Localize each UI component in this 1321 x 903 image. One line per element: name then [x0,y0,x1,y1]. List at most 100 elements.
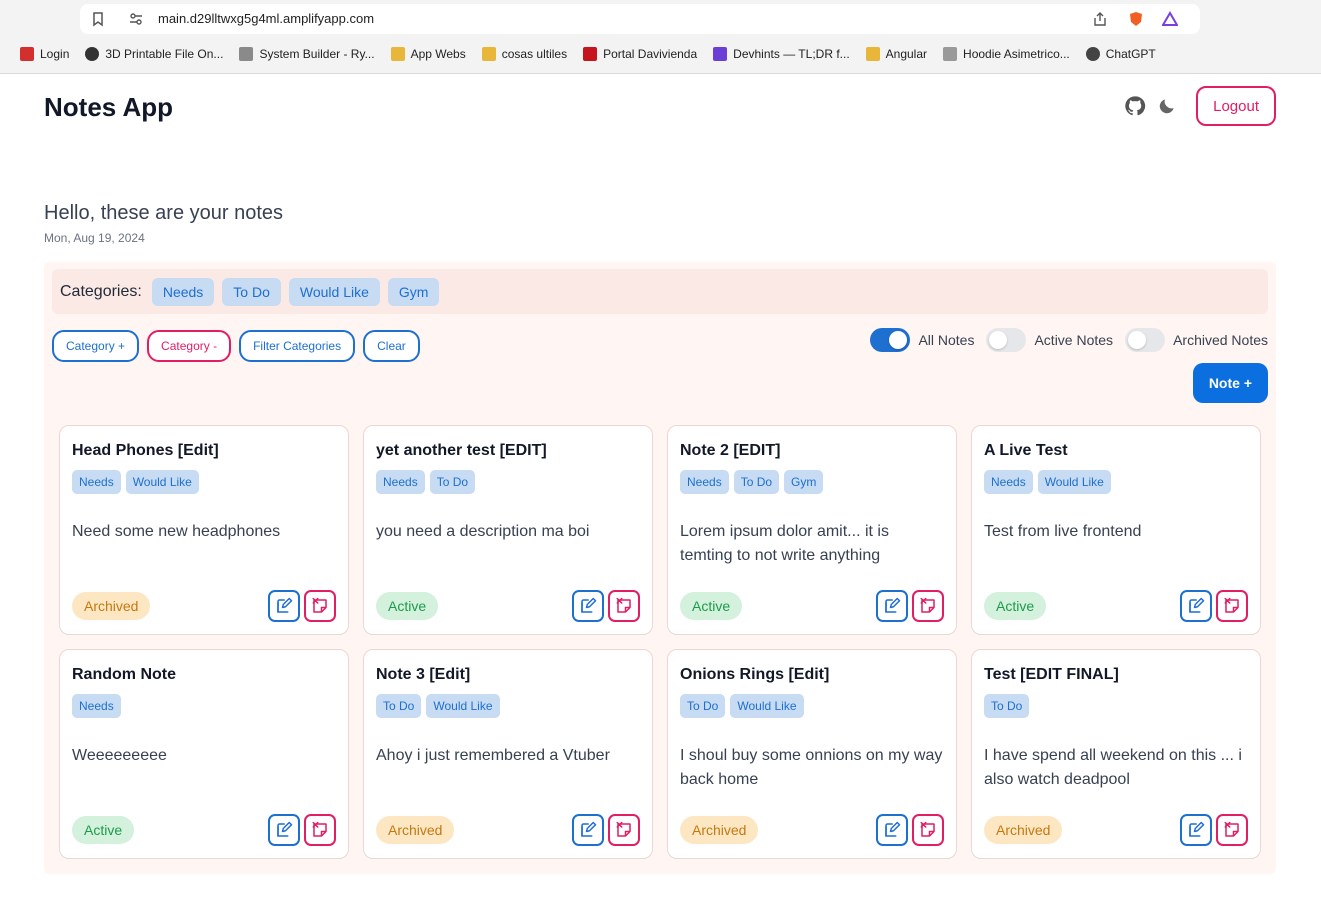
share-icon[interactable] [1092,11,1108,27]
edit-note-button[interactable] [572,590,604,622]
delete-note-button[interactable] [608,590,640,622]
bookmark-item[interactable]: Angular [858,47,935,61]
delete-note-button[interactable] [1216,590,1248,622]
category-chip-to-do[interactable]: To Do [222,277,281,306]
note-tag: To Do [429,470,476,494]
bookmark-item[interactable]: System Builder - Ry... [231,47,382,61]
add-category-button[interactable]: Category + [52,330,140,362]
davivienda-favicon [583,47,598,61]
all-notes-label: All Notes [918,332,975,348]
active-notes-toggle[interactable] [986,328,1027,352]
category-actions: Category + Category - Filter Categories … [52,330,420,362]
note-card: yet another test [EDIT] Needs To Do you nee… [363,425,653,635]
current-date: Mon, Aug 19, 2024 [44,231,145,245]
category-chip-needs[interactable]: Needs [151,277,215,306]
site-info-icon[interactable] [128,11,144,27]
delete-note-icon [919,597,937,615]
note-actions [268,590,336,622]
delete-note-button[interactable] [304,814,336,846]
category-chip-gym[interactable]: Gym [387,277,440,306]
edit-note-button[interactable] [268,590,300,622]
toggle-knob [889,331,908,349]
edit-icon [1187,597,1205,615]
edit-note-button[interactable] [1180,814,1212,846]
bookmark-item[interactable]: cosas ultiles [474,47,575,61]
toggle-knob [1128,331,1147,349]
clear-filter-button[interactable]: Clear [363,330,420,362]
bookmarks-bar: Login 3D Printable File On... System Bui… [0,40,1321,68]
brave-shield-icon[interactable] [1128,11,1144,27]
header-actions: Logout [1124,86,1276,126]
note-actions [876,590,944,622]
delete-note-button[interactable] [912,590,944,622]
delete-note-button[interactable] [608,814,640,846]
note-actions [876,814,944,846]
note-actions [1180,814,1248,846]
bookmark-item[interactable]: 3D Printable File On... [77,47,231,61]
devhints-favicon [713,47,728,61]
note-tag: To Do [984,694,1030,718]
note-title: Note 2 [EDIT] [680,442,781,459]
status-filters: All Notes Active Notes Archived Notes [870,328,1268,352]
hoodie-favicon [943,47,958,61]
all-notes-toggle[interactable] [870,328,911,352]
delete-note-button[interactable] [304,590,336,622]
bookmark-item[interactable]: Devhints — TL;DR f... [705,47,857,61]
note-tag: Needs [984,470,1033,494]
filter-categories-button[interactable]: Filter Categories [239,330,356,362]
edit-note-button[interactable] [268,814,300,846]
edit-note-button[interactable] [1180,590,1212,622]
note-tags: To Do Would Like [376,694,500,718]
bookmark-item[interactable]: ChatGPT [1078,47,1164,61]
notes-app: Notes App Logout Hello, these are your n… [0,74,1321,903]
note-card: Test [EDIT FINAL] To Do I have spend all w… [971,649,1261,859]
note-actions [268,814,336,846]
moon-icon[interactable] [1156,95,1178,117]
note-tag: Needs [72,694,121,718]
logout-button[interactable]: Logout [1196,86,1276,126]
edit-note-button[interactable] [876,814,908,846]
status-badge: Active [680,592,743,620]
status-badge: Active [376,592,439,620]
chatgpt-favicon [1085,47,1100,61]
note-tags: Needs To Do Gym [680,470,824,494]
greeting-title: Hello, these are your notes [44,202,284,224]
active-notes-label: Active Notes [1034,332,1114,348]
note-tag: Would Like [125,470,199,494]
note-card: Onions Rings [Edit] To Do Would Like I shou… [667,649,957,859]
note-actions [572,814,640,846]
delete-note-button[interactable] [912,814,944,846]
edit-note-button[interactable] [876,590,908,622]
categories-bar: Categories: Needs To Do Would Like Gym [52,269,1268,314]
delete-note-icon [615,597,633,615]
bookmark-item[interactable]: Portal Davivienda [575,47,705,61]
delete-note-button[interactable] [1216,814,1248,846]
archived-notes-label: Archived Notes [1173,332,1268,348]
bookmark-item[interactable]: Hoodie Asimetrico... [935,47,1078,61]
edit-note-button[interactable] [572,814,604,846]
archived-notes-toggle[interactable] [1125,328,1166,352]
note-description: Test from live frontend [984,523,1142,540]
categories-label: Categories: [60,282,142,300]
login-favicon [20,47,34,61]
github-icon[interactable] [1124,95,1146,117]
notes-panel: Categories: Needs To Do Would Like Gym C… [44,262,1276,874]
url-text[interactable]: main.d29lltwxg5g4ml.amplifyapp.com [158,11,374,26]
note-tag: To Do [680,694,726,718]
note-card: Head Phones [Edit] Needs Would Like Need so… [59,425,349,635]
note-description: I have spend all weekend on this ... i a… [984,747,1242,788]
bookmark-item[interactable]: App Webs [383,47,474,61]
cube-favicon [239,47,254,61]
brave-rewards-icon[interactable] [1161,11,1179,27]
address-bar[interactable]: main.d29lltwxg5g4ml.amplifyapp.com [80,4,1200,34]
folder-icon [481,47,496,61]
remove-category-button[interactable]: Category - [147,330,232,362]
bookmark-item[interactable]: Login [0,47,77,61]
category-chip-would-like[interactable]: Would Like [288,277,380,306]
add-note-button[interactable]: Note + [1192,363,1268,403]
note-tag: Would Like [730,694,804,718]
bookmark-icon[interactable] [90,11,106,27]
note-card: Random Note Needs Weeeeeeeee Active [59,649,349,859]
note-card: A Live Test Needs Would Like Test from live… [971,425,1261,635]
note-tags: Needs Would Like [72,470,199,494]
